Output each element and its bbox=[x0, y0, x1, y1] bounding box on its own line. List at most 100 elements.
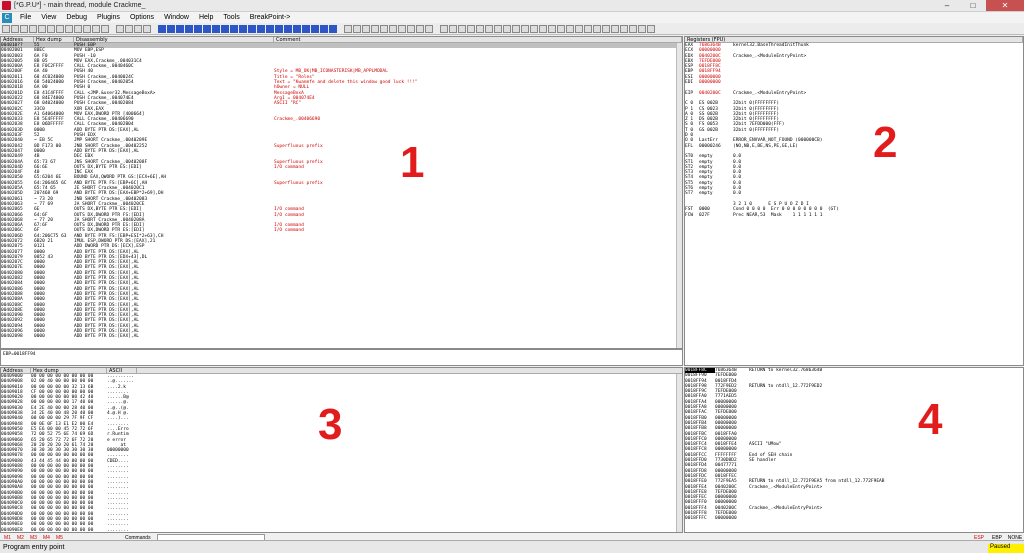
register-row[interactable]: FCW 027F Prec NEAR,53 Mask 1 1 1 1 1 1 bbox=[685, 213, 1023, 218]
toolbar-button[interactable] bbox=[266, 24, 274, 33]
toolbar-button[interactable] bbox=[629, 24, 637, 33]
toolbar-button[interactable] bbox=[221, 24, 229, 33]
close-button[interactable]: ✕ bbox=[986, 0, 1024, 11]
disassembly-scrollbar[interactable] bbox=[676, 43, 682, 348]
toolbar-button[interactable] bbox=[647, 24, 655, 33]
minimize-button[interactable]: – bbox=[934, 0, 960, 11]
toolbar-button[interactable] bbox=[449, 24, 457, 33]
menu-breakpoint[interactable]: BreakPoint-> bbox=[245, 14, 296, 21]
toolbar-button[interactable] bbox=[116, 24, 124, 33]
toolbar-button[interactable] bbox=[458, 24, 466, 33]
col-comment[interactable]: Comment bbox=[274, 37, 682, 43]
toolbar-button[interactable] bbox=[29, 24, 37, 33]
toolbar-button[interactable] bbox=[185, 24, 193, 33]
toolbar-button[interactable] bbox=[257, 24, 265, 33]
toolbar-button[interactable] bbox=[158, 24, 166, 33]
toolbar-button[interactable] bbox=[389, 24, 397, 33]
toolbar-button[interactable] bbox=[557, 24, 565, 33]
toolbar-button[interactable] bbox=[74, 24, 82, 33]
toolbar-button[interactable] bbox=[425, 24, 433, 33]
toolbar-button[interactable] bbox=[548, 24, 556, 33]
toolbar-button[interactable] bbox=[92, 24, 100, 33]
toolbar-button[interactable] bbox=[593, 24, 601, 33]
toolbar-button[interactable] bbox=[125, 24, 133, 33]
toolbar-button[interactable] bbox=[539, 24, 547, 33]
dump-col-address[interactable]: Address bbox=[1, 368, 31, 374]
toolbar-button[interactable] bbox=[212, 24, 220, 33]
toolbar-button[interactable] bbox=[203, 24, 211, 33]
col-hexdump[interactable]: Hex dump bbox=[34, 37, 74, 43]
toolbar-button[interactable] bbox=[530, 24, 538, 33]
toolbar-button[interactable] bbox=[440, 24, 448, 33]
dump-pane[interactable]: Address Hex dump ASCII 00409000 00 00 00 … bbox=[0, 367, 683, 533]
toolbar-button[interactable] bbox=[353, 24, 361, 33]
toolbar-button[interactable] bbox=[143, 24, 151, 33]
toolbar-button[interactable] bbox=[275, 24, 283, 33]
toolbar-button[interactable] bbox=[47, 24, 55, 33]
stack-pane[interactable]: 0018FF8C 7686364B RETURN to kernel32.76863… bbox=[684, 367, 1024, 533]
toolbar-button[interactable] bbox=[320, 24, 328, 33]
toolbar-button[interactable] bbox=[329, 24, 337, 33]
col-disassembly[interactable]: Disassembly bbox=[74, 37, 274, 43]
disasm-row[interactable]: 00402098 0000 ADD BYTE PTR DS:[EAX],AL bbox=[1, 334, 682, 339]
toolbar-button[interactable] bbox=[407, 24, 415, 33]
menu-file[interactable]: File bbox=[15, 14, 36, 21]
toolbar-button[interactable] bbox=[521, 24, 529, 33]
toolbar-button[interactable] bbox=[56, 24, 64, 33]
col-address[interactable]: Address bbox=[1, 37, 34, 43]
toolbar-button[interactable] bbox=[476, 24, 484, 33]
toolbar-button[interactable] bbox=[239, 24, 247, 33]
toolbar-button[interactable] bbox=[284, 24, 292, 33]
toolbar-button[interactable] bbox=[20, 24, 28, 33]
toolbar-button[interactable] bbox=[362, 24, 370, 33]
toolbar-button[interactable] bbox=[293, 24, 301, 33]
toolbar-button[interactable] bbox=[494, 24, 502, 33]
toolbar-button[interactable] bbox=[602, 24, 610, 33]
toolbar-button[interactable] bbox=[485, 24, 493, 33]
toolbar-button[interactable] bbox=[167, 24, 175, 33]
menu-debug[interactable]: Debug bbox=[61, 14, 92, 21]
toolbar-button[interactable] bbox=[38, 24, 46, 33]
register-value[interactable]: empty bbox=[699, 191, 733, 196]
toolbar-button[interactable] bbox=[83, 24, 91, 33]
maximize-button[interactable]: □ bbox=[960, 0, 986, 11]
menu-help[interactable]: Help bbox=[194, 14, 218, 21]
register-value[interactable]: 027F bbox=[699, 213, 733, 218]
menu-plugins[interactable]: Plugins bbox=[92, 14, 125, 21]
registers-pane[interactable]: Registers (FPU) EAX 7686364B kernel32.Base… bbox=[684, 36, 1024, 366]
toolbar-button[interactable] bbox=[2, 24, 10, 33]
toolbar-button[interactable] bbox=[467, 24, 475, 33]
toolbar-button[interactable] bbox=[575, 24, 583, 33]
toolbar-button[interactable] bbox=[344, 24, 352, 33]
menu-options[interactable]: Options bbox=[125, 14, 159, 21]
toolbar-button[interactable] bbox=[512, 24, 520, 33]
toolbar-button[interactable] bbox=[311, 24, 319, 33]
toolbar-button[interactable] bbox=[371, 24, 379, 33]
toolbar-button[interactable] bbox=[380, 24, 388, 33]
toolbar-button[interactable] bbox=[101, 24, 109, 33]
toolbar-button[interactable] bbox=[248, 24, 256, 33]
toolbar-button[interactable] bbox=[134, 24, 142, 33]
toolbar-button[interactable] bbox=[611, 24, 619, 33]
menu-view[interactable]: View bbox=[36, 14, 61, 21]
toolbar-button[interactable] bbox=[566, 24, 574, 33]
toolbar-button[interactable] bbox=[194, 24, 202, 33]
toolbar-button[interactable] bbox=[620, 24, 628, 33]
menu-window[interactable]: Window bbox=[159, 14, 194, 21]
toolbar-button[interactable] bbox=[65, 24, 73, 33]
stack-row[interactable]: 0018FFFC 00000000 bbox=[685, 516, 1023, 521]
dump-col-hex[interactable]: Hex dump bbox=[31, 368, 107, 374]
toolbar-button[interactable] bbox=[11, 24, 19, 33]
toolbar-button[interactable] bbox=[176, 24, 184, 33]
dump-scrollbar[interactable] bbox=[676, 374, 682, 532]
menu-tools[interactable]: Tools bbox=[218, 14, 244, 21]
toolbar-button[interactable] bbox=[584, 24, 592, 33]
disassembly-pane[interactable]: Address Hex dump Disassembly Comment 004… bbox=[0, 36, 683, 349]
toolbar-button[interactable] bbox=[230, 24, 238, 33]
toolbar-button[interactable] bbox=[638, 24, 646, 33]
toolbar-button[interactable] bbox=[398, 24, 406, 33]
toolbar-button[interactable] bbox=[416, 24, 424, 33]
toolbar-button[interactable] bbox=[302, 24, 310, 33]
toolbar-button[interactable] bbox=[503, 24, 511, 33]
dump-col-ascii[interactable]: ASCII bbox=[107, 368, 137, 374]
